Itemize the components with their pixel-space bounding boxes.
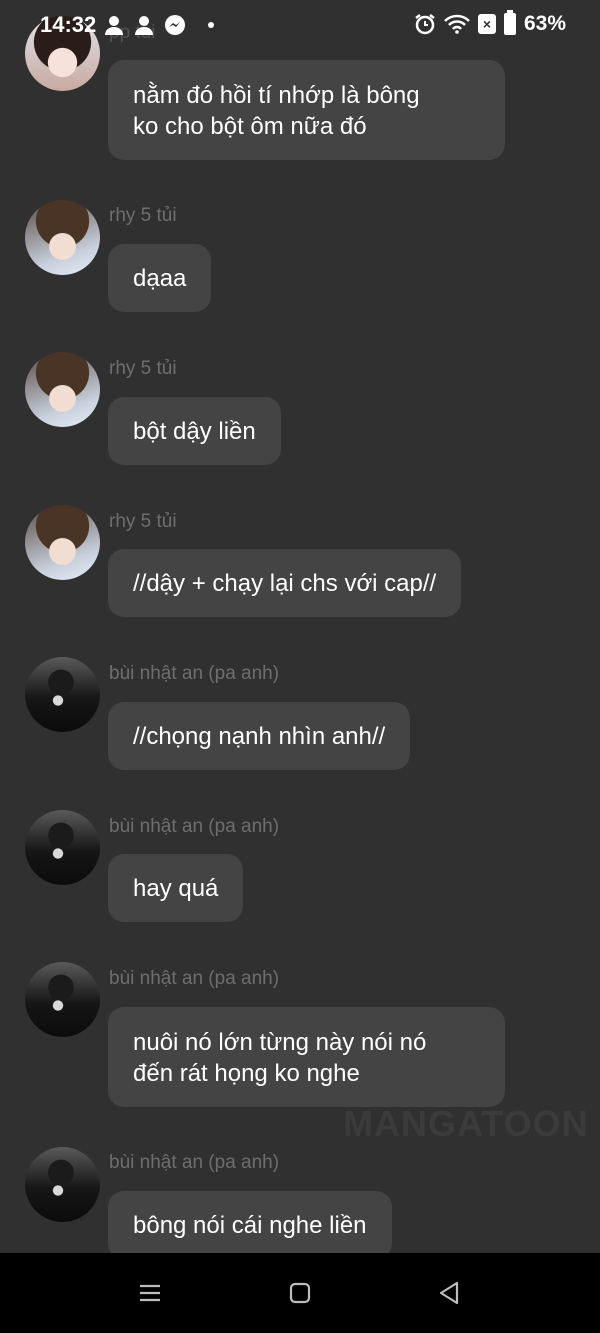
watermark: MANGATOON — [343, 1103, 589, 1144]
back-icon[interactable] — [429, 1273, 469, 1313]
home-icon[interactable] — [280, 1273, 320, 1313]
sender-name: bùi nhật an (pa anh) — [109, 663, 280, 684]
message-bubble[interactable]: nuôi nó lớn từng này nói nó đến rát họng… — [108, 1007, 505, 1107]
message-bubble[interactable]: dạaa — [108, 244, 212, 312]
battery-percent: 63% — [523, 12, 566, 35]
sender-name: bùi nhật an (pa anh) — [109, 1152, 280, 1173]
battery-icon — [503, 10, 516, 35]
avatar[interactable] — [25, 1147, 100, 1222]
person-icon — [105, 16, 124, 35]
message-line: hay quá — [133, 874, 219, 902]
avatar[interactable] — [25, 200, 100, 275]
no-sim-icon: × — [477, 14, 496, 34]
avatar[interactable] — [25, 352, 100, 427]
avatar[interactable] — [25, 962, 100, 1037]
message-bubble[interactable]: hay quá — [108, 854, 244, 922]
avatar[interactable] — [25, 657, 100, 732]
alarm-icon — [415, 14, 435, 35]
sender-name: bùi nhật an (pa anh) — [109, 816, 280, 837]
dot-icon — [208, 22, 215, 28]
sender-name: rhy 5 tủi — [109, 358, 177, 379]
message-bubble[interactable]: bột dậy liền — [108, 397, 281, 465]
message-bubble[interactable]: //chọng nạnh nhìn anh// — [108, 702, 411, 770]
avatar[interactable] — [25, 810, 100, 885]
message-line: ko cho bột ôm nữa đó — [133, 113, 367, 140]
message-line: nuôi nó lớn từng này nói nó — [133, 1029, 427, 1056]
sender-name: rhy 5 tủi — [109, 205, 177, 226]
message-line: //dậy + chạy lại chs với cap// — [133, 569, 437, 597]
sender-name: bùi nhật an (pa anh) — [109, 968, 280, 989]
message-line: đến rát họng ko nghe — [133, 1060, 360, 1087]
sender-name: rhy 5 tủi — [109, 511, 177, 532]
person-icon — [135, 16, 154, 35]
message-line: //chọng nạnh nhìn anh// — [133, 722, 386, 750]
navigation-bar — [0, 1253, 600, 1333]
status-right: × 63% — [414, 10, 566, 36]
wifi-icon — [444, 14, 470, 34]
clock: 14:32 — [40, 12, 97, 37]
message-bubble[interactable]: nằm đó hồi tí nhớp là bông ko cho bột ôm… — [108, 60, 505, 160]
status-left: 14:32 — [40, 12, 215, 38]
message-line: dạaa — [133, 264, 187, 292]
message-bubble[interactable]: bông nói cái nghe liền — [108, 1191, 392, 1259]
messenger-icon — [165, 15, 186, 35]
message-line: bông nói cái nghe liền — [133, 1211, 367, 1239]
message-bubble[interactable]: //dậy + chạy lại chs với cap// — [108, 549, 462, 617]
avatar[interactable] — [25, 505, 100, 580]
message-line: bột dậy liền — [133, 417, 256, 445]
message-line: nằm đó hồi tí nhớp là bông — [133, 82, 420, 109]
menu-icon[interactable] — [130, 1273, 170, 1313]
status-bar: 14:32 × 63% — [0, 0, 600, 52]
